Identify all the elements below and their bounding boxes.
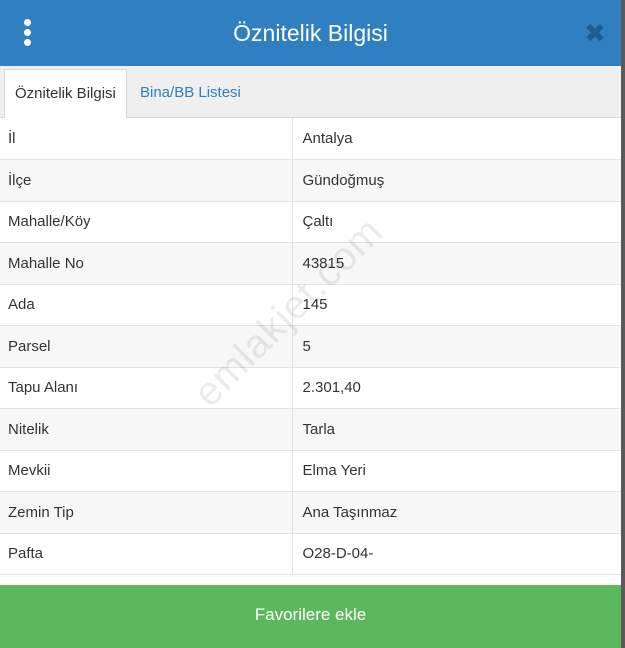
table-row: Nitelik Tarla: [0, 408, 621, 451]
table-row: Pafta O28-D-04-: [0, 533, 621, 575]
panel-title: Öznitelik Bilgisi: [233, 20, 388, 46]
tab-bar: Öznitelik Bilgisi Bina/BB Listesi: [0, 66, 621, 118]
table-row: İl Antalya: [0, 118, 621, 160]
attribute-key: Tapu Alanı: [0, 367, 293, 409]
attribute-key: Zemin Tip: [0, 491, 293, 534]
attribute-value: Ana Taşınmaz: [292, 491, 621, 534]
attribute-value: Gündoğmuş: [292, 159, 621, 202]
add-to-favorites-button[interactable]: Favorilere ekle: [0, 585, 621, 648]
table-row: İlçe Gündoğmuş: [0, 159, 621, 202]
attribute-value: Tarla: [292, 408, 621, 451]
attribute-key: Parsel: [0, 325, 293, 368]
table-row: Parsel 5: [0, 325, 621, 368]
attribute-key: Pafta: [0, 533, 293, 575]
attribute-key: Mevkii: [0, 450, 293, 492]
attribute-value: Çaltı: [292, 201, 621, 243]
attribute-value: Antalya: [292, 118, 621, 160]
attribute-info-panel: Öznitelik Bilgisi ✖ Öznitelik Bilgisi Bi…: [0, 0, 625, 648]
table-row: Mevkii Elma Yeri: [0, 450, 621, 492]
attribute-key: Ada: [0, 284, 293, 326]
attribute-key: Nitelik: [0, 408, 293, 451]
attribute-key: Mahalle No: [0, 242, 293, 285]
table-row: Tapu Alanı 2.301,40: [0, 367, 621, 409]
table-row: Mahalle No 43815: [0, 242, 621, 285]
attribute-value: 145: [292, 284, 621, 326]
attribute-table: İl Antalya İlçe Gündoğmuş Mahalle/Köy Ça…: [0, 118, 621, 575]
attribute-value: 5: [292, 325, 621, 368]
tab-attribute-info[interactable]: Öznitelik Bilgisi: [4, 69, 127, 118]
close-icon[interactable]: ✖: [583, 20, 607, 46]
attribute-value: O28-D-04-: [292, 533, 621, 575]
attribute-key: İlçe: [0, 159, 293, 202]
panel-header: Öznitelik Bilgisi ✖: [0, 0, 621, 66]
attribute-value: 43815: [292, 242, 621, 285]
table-row: Zemin Tip Ana Taşınmaz: [0, 491, 621, 534]
table-row: Ada 145: [0, 284, 621, 326]
attribute-key: Mahalle/Köy: [0, 201, 293, 243]
table-row: Mahalle/Köy Çaltı: [0, 201, 621, 243]
tab-building-list[interactable]: Bina/BB Listesi: [130, 69, 251, 117]
attribute-key: İl: [0, 118, 293, 160]
attribute-value: Elma Yeri: [292, 450, 621, 492]
attribute-value: 2.301,40: [292, 367, 621, 409]
